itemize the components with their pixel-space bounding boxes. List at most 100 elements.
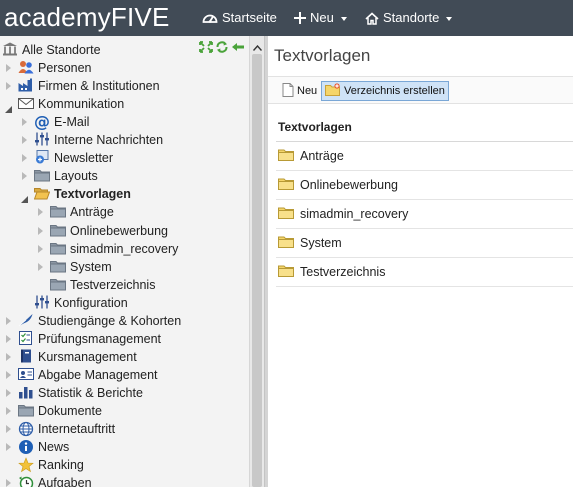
expand-toggle-icon[interactable]	[22, 154, 27, 162]
scroll-thumb[interactable]	[252, 54, 262, 487]
expand-toggle-icon[interactable]	[38, 208, 43, 216]
sidebar-item-label: Studiengänge & Kohorten	[38, 314, 182, 328]
expand-toggle-icon[interactable]	[6, 82, 11, 90]
book-icon	[18, 349, 34, 365]
expand-toggle-icon[interactable]	[6, 317, 11, 325]
folder-icon	[278, 264, 294, 280]
sidebar-item-label: Layouts	[54, 169, 98, 183]
sidebar-item-interne-nachrichten[interactable]: Interne Nachrichten	[34, 131, 163, 149]
expand-toggle-icon[interactable]	[6, 353, 11, 361]
scroll-up-icon[interactable]	[252, 40, 263, 51]
collapse-toggle-icon[interactable]	[21, 192, 28, 203]
sidebar-item-statistik-berichte[interactable]: Statistik & Berichte	[18, 384, 143, 402]
bar-chart-icon	[18, 385, 34, 401]
sidebar-item-onlinebewerbung[interactable]: Onlinebewerbung	[50, 222, 168, 240]
sidebar-item-layouts[interactable]: Layouts	[34, 167, 98, 185]
sidebar-item-label: Onlinebewerbung	[70, 224, 168, 238]
sidebar-item-newsletter[interactable]: Newsletter	[34, 149, 113, 167]
nav-standorte[interactable]: Standorte	[365, 10, 453, 26]
expand-toggle-icon[interactable]	[22, 118, 27, 126]
page-title: Textvorlagen	[274, 46, 371, 65]
chevron-down-icon	[446, 16, 453, 21]
tree-toolbar	[199, 41, 245, 56]
envelope-icon	[18, 96, 34, 112]
sidebar-item-studiengänge-kohorten[interactable]: Studiengänge & Kohorten	[18, 312, 181, 330]
expand-toggle-icon[interactable]	[6, 425, 11, 433]
sidebar-item-anträge[interactable]: Anträge	[50, 203, 114, 221]
list-item-label: Onlinebewerbung	[300, 178, 398, 192]
new-button[interactable]: Neu	[278, 81, 321, 101]
sidebar-item-label: Dokumente	[38, 404, 102, 418]
sidebar-item-prüfungsmanagement[interactable]: Prüfungsmanagement	[18, 330, 161, 348]
sidebar-item-kommunikation[interactable]: Kommunikation	[18, 95, 124, 113]
sidebar-item-label: Statistik & Berichte	[38, 386, 143, 400]
expand-toggle-icon[interactable]	[6, 479, 11, 487]
sidebar-item-label: Anträge	[70, 205, 114, 219]
sidebar-item-simadmin-recovery[interactable]: simadmin_recovery	[50, 240, 178, 258]
sidebar-item-news[interactable]: News	[18, 438, 69, 456]
folder-icon	[50, 277, 66, 293]
factory-icon	[18, 78, 34, 94]
expand-toggle-icon[interactable]	[38, 245, 43, 253]
sidebar-item-kursmanagement[interactable]: Kursmanagement	[18, 348, 137, 366]
sidebar-item-label: Internetauftritt	[38, 422, 116, 436]
id-card-icon	[18, 367, 34, 383]
folder-icon	[50, 223, 66, 239]
list-item[interactable]: Onlinebewerbung	[276, 171, 573, 200]
sidebar-item-ranking[interactable]: Ranking	[18, 456, 84, 474]
nav-standorte-label: Standorte	[383, 10, 440, 25]
expand-toggle-icon[interactable]	[22, 136, 27, 144]
list-item-label: Anträge	[300, 149, 344, 163]
list-item[interactable]: Testverzeichnis	[276, 258, 573, 287]
folder-icon	[18, 403, 34, 419]
folder-icon	[278, 148, 294, 164]
expand-toggle-icon[interactable]	[38, 227, 43, 235]
expand-toggle-icon[interactable]	[6, 335, 11, 343]
sidebar-item-alle-standorte[interactable]: Alle Standorte	[2, 41, 101, 59]
sidebar-item-abgabe-management[interactable]: Abgabe Management	[18, 366, 158, 384]
expand-toggle-icon[interactable]	[38, 263, 43, 271]
sidebar-item-aufgaben[interactable]: Aufgaben	[18, 474, 92, 487]
sidebar-item-e-mail[interactable]: @ E-Mail	[34, 113, 89, 131]
sidebar-item-konfiguration[interactable]: Konfiguration	[34, 294, 128, 312]
refresh-icon[interactable]	[215, 41, 229, 56]
expand-toggle-icon[interactable]	[6, 64, 11, 72]
arrow-left-icon[interactable]	[231, 41, 245, 56]
sidebar-item-label: Ranking	[38, 458, 84, 472]
collapse-toggle-icon[interactable]	[5, 102, 12, 113]
app-logo[interactable]: academyFIVE	[4, 2, 170, 32]
sidebar-item-label: Aufgaben	[38, 476, 92, 487]
globe-icon	[18, 421, 34, 437]
list-item[interactable]: System	[276, 229, 573, 258]
expand-toggle-icon[interactable]	[22, 172, 27, 180]
new-document-icon	[282, 82, 294, 100]
sidebar-item-label: Kommunikation	[38, 97, 125, 111]
dashboard-icon	[202, 11, 218, 25]
expand-toggle-icon[interactable]	[6, 389, 11, 397]
nav-startseite[interactable]: Startseite	[202, 10, 277, 26]
top-navigation-bar: academyFIVE Startseite Neu Standorte	[0, 0, 573, 36]
sidebar-item-testverzeichnis[interactable]: Testverzeichnis	[50, 276, 155, 294]
new-folder-icon	[325, 83, 341, 99]
building-icon	[2, 42, 18, 58]
expand-toggle-icon[interactable]	[6, 407, 11, 415]
nav-neu[interactable]: Neu	[294, 10, 347, 26]
sidebar-item-personen[interactable]: Personen	[18, 59, 92, 77]
clock-icon	[18, 475, 34, 487]
expand-toggle-icon[interactable]	[6, 371, 11, 379]
sidebar-item-textvorlagen[interactable]: Textvorlagen	[34, 185, 131, 203]
sidebar-item-system[interactable]: System	[50, 258, 112, 276]
list-item[interactable]: Anträge	[276, 142, 573, 171]
star-icon	[18, 457, 34, 473]
list-item[interactable]: simadmin_recovery	[276, 200, 573, 229]
sidebar-item-dokumente[interactable]: Dokumente	[18, 402, 102, 420]
sidebar-item-label: Kursmanagement	[38, 350, 137, 364]
create-directory-button[interactable]: Verzeichnis erstellen	[321, 81, 449, 101]
sidebar-item-label: Prüfungsmanagement	[38, 332, 161, 346]
expand-all-icon[interactable]	[199, 41, 213, 56]
expand-toggle-icon[interactable]	[6, 443, 11, 451]
sidebar-scrollbar[interactable]	[249, 36, 264, 487]
checklist-icon	[18, 331, 34, 347]
sidebar-item-firmen-institutionen[interactable]: Firmen & Institutionen	[18, 77, 160, 95]
sidebar-item-internetauftritt[interactable]: Internetauftritt	[18, 420, 115, 438]
